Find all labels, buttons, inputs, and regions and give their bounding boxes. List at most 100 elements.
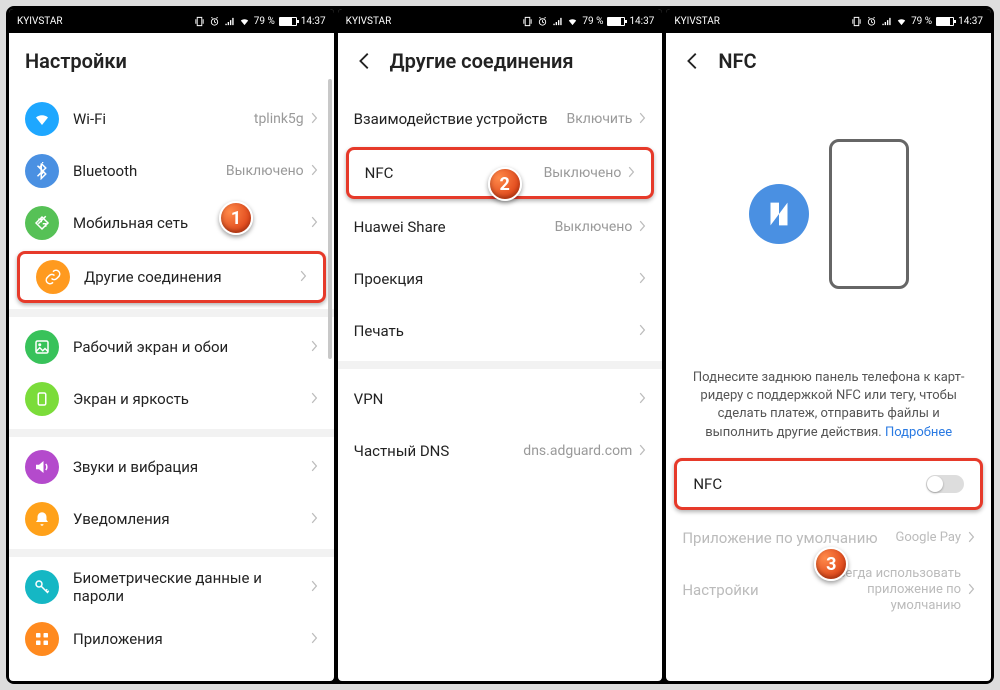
back-button[interactable]	[354, 50, 376, 72]
signal-icon	[552, 16, 563, 27]
settings-row-image[interactable]: Рабочий экран и обои	[9, 321, 334, 373]
screen-other-connections: KYIVSTAR 79 % 14:37 Другие соединения Вз…	[338, 9, 663, 681]
vibrate-icon	[851, 16, 862, 27]
row-label: Взаимодействие устройств	[354, 110, 567, 128]
row-label: Wi-Fi	[73, 110, 254, 128]
connection-row[interactable]: Взаимодействие устройствВключить	[338, 93, 663, 145]
chevron-right-icon	[299, 268, 307, 286]
bright-icon	[25, 382, 59, 416]
row-label: Приложения	[73, 630, 310, 648]
settings-row-apps[interactable]: Приложения	[9, 613, 334, 665]
key-icon	[25, 570, 59, 604]
row-label: VPN	[354, 390, 639, 408]
clock: 14:37	[301, 16, 326, 27]
row-label: Другие соединения	[84, 268, 299, 286]
status-bar: KYIVSTAR 79 % 14:37	[338, 9, 663, 33]
row-label: Настройки	[682, 581, 801, 599]
row-label: Экран и яркость	[73, 390, 310, 408]
settings-row-sound[interactable]: Звуки и вибрация	[9, 441, 334, 493]
scrollbar[interactable]	[328, 79, 332, 359]
chevron-right-icon	[310, 110, 318, 128]
back-button[interactable]	[682, 50, 704, 72]
learn-more-link[interactable]: Подробнее	[885, 425, 952, 440]
alarm-icon	[537, 16, 548, 27]
settings-row-wifi[interactable]: Wi-Fitplink5g	[9, 93, 334, 145]
settings-row-bt[interactable]: BluetoothВыключено	[9, 145, 334, 197]
phone-outline-icon	[829, 139, 909, 289]
signal-icon	[881, 16, 892, 27]
connection-row[interactable]: VPN	[338, 373, 663, 425]
connection-row[interactable]: Печать	[338, 305, 663, 357]
alarm-icon	[866, 16, 877, 27]
clock: 14:37	[629, 16, 654, 27]
settings-row-bell[interactable]: Уведомления	[9, 493, 334, 545]
nfc-toggle[interactable]	[926, 475, 964, 493]
row-label: NFC	[693, 475, 926, 493]
chevron-right-icon	[310, 162, 318, 180]
title-text: Другие соединения	[390, 49, 574, 73]
header: Другие соединения	[338, 33, 663, 89]
chevron-right-icon	[310, 338, 318, 356]
nfc-illustration	[666, 89, 991, 369]
row-label: Биометрические данные и пароли	[73, 569, 310, 605]
carrier-label: KYIVSTAR	[674, 16, 720, 27]
callout-badge-2: 2	[488, 167, 522, 201]
settings-row-bright[interactable]: Экран и яркость	[9, 373, 334, 425]
connection-row[interactable]: Частный DNSdns.adguard.com	[338, 425, 663, 477]
carrier-label: KYIVSTAR	[17, 16, 63, 27]
nfc-logo-icon	[749, 184, 809, 244]
vibrate-icon	[194, 16, 205, 27]
row-value: dns.adguard.com	[523, 443, 632, 459]
clock: 14:37	[958, 16, 983, 27]
settings-row-link[interactable]: Другие соединения	[17, 251, 326, 303]
row-label: Bluetooth	[73, 162, 226, 180]
chevron-right-icon	[310, 390, 318, 408]
row-label: Проекция	[354, 270, 639, 288]
battery-percent: 79 %	[254, 16, 275, 27]
row-label: Уведомления	[73, 510, 310, 528]
row-value: Выключено	[555, 219, 633, 235]
wifi-icon	[896, 16, 907, 27]
chevron-right-icon	[310, 578, 318, 596]
row-value: tplink5g	[254, 111, 304, 127]
status-bar: KYIVSTAR 79 % 14:37	[666, 9, 991, 33]
settings-row-sim[interactable]: Мобильная сеть	[9, 197, 334, 249]
row-label: Частный DNS	[354, 442, 524, 460]
bt-icon	[25, 154, 59, 188]
apps-icon	[25, 622, 59, 656]
chevron-right-icon	[638, 270, 646, 288]
chevron-right-icon	[638, 322, 646, 340]
connection-row[interactable]: Проекция	[338, 253, 663, 305]
status-bar: KYIVSTAR 79 % 14:37	[9, 9, 334, 33]
chevron-right-icon	[310, 510, 318, 528]
connection-row[interactable]: Huawei ShareВыключено	[338, 201, 663, 253]
carrier-label: KYIVSTAR	[346, 16, 392, 27]
row-label: Печать	[354, 322, 639, 340]
row-value: Выключено	[544, 165, 622, 181]
wifi-icon	[239, 16, 250, 27]
chevron-right-icon	[967, 581, 975, 599]
signal-icon	[224, 16, 235, 27]
battery-percent: 79 %	[911, 16, 932, 27]
chevron-right-icon	[310, 214, 318, 232]
row-label: Рабочий экран и обои	[73, 338, 310, 356]
chevron-right-icon	[967, 529, 975, 547]
title-text: NFC	[718, 49, 756, 73]
chevron-right-icon	[638, 110, 646, 128]
vibrate-icon	[522, 16, 533, 27]
battery-icon	[936, 17, 954, 26]
wifi-icon	[567, 16, 578, 27]
alarm-icon	[209, 16, 220, 27]
image-icon	[25, 330, 59, 364]
sound-icon	[25, 450, 59, 484]
battery-icon	[607, 17, 625, 26]
nfc-description: Поднесите заднюю панель телефона к карт-…	[666, 369, 991, 442]
settings-row-key[interactable]: Биометрические данные и пароли	[9, 561, 334, 613]
screen-settings: KYIVSTAR 79 % 14:37 Настройки Wi-Fitplin…	[9, 9, 334, 681]
bell-icon	[25, 502, 59, 536]
wifi-icon	[25, 102, 59, 136]
nfc-toggle-row[interactable]: NFC	[674, 458, 983, 510]
link-icon	[36, 260, 70, 294]
chevron-right-icon	[310, 630, 318, 648]
screenshots-container: KYIVSTAR 79 % 14:37 Настройки Wi-Fitplin…	[6, 6, 994, 684]
